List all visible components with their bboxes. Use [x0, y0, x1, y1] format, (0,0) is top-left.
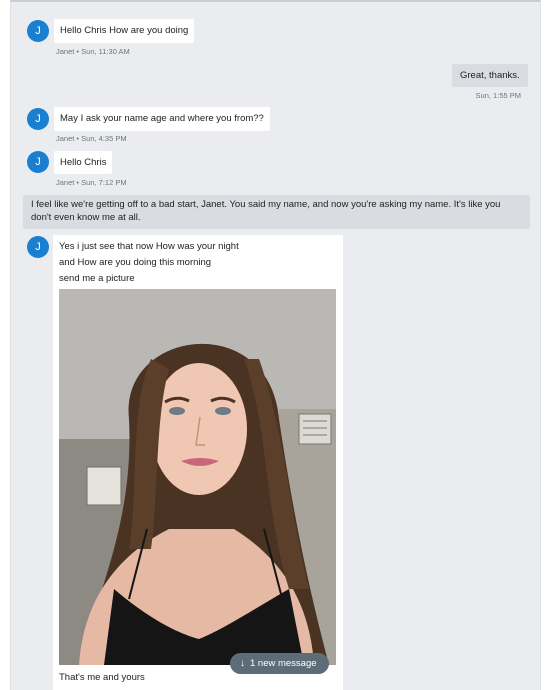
incoming-message-bubble: Hello Chris How are you doing [54, 19, 195, 43]
new-message-label: 1 new message [250, 658, 317, 669]
selfie-photo [59, 289, 336, 665]
message-timestamp: Sun, 1:55 PM [475, 91, 521, 100]
message-text: Great, thanks. [460, 70, 520, 81]
outgoing-message-bubble: Great, thanks. [452, 64, 528, 87]
conversation-pane: J Hello Chris How are you doing Janet • … [10, 0, 541, 690]
sender-avatar[interactable]: J [27, 151, 49, 173]
message-text: Hello Chris [60, 157, 107, 168]
photo-attachment[interactable] [59, 289, 336, 665]
incoming-message-bubble: May I ask your name age and where you fr… [54, 107, 270, 131]
message-text-line: I feel like we're getting off to a bad s… [31, 199, 501, 210]
incoming-message-bubble: Hello Chris [54, 151, 113, 174]
photo-caption: That's me and yours [59, 672, 145, 683]
message-text-line: Yes i just see that now How was your nig… [59, 241, 239, 252]
message-text: Hello Chris How are you doing [60, 25, 189, 36]
message-timestamp: Janet • Sun, 4:35 PM [56, 134, 127, 143]
outgoing-message-bubble: I feel like we're getting off to a bad s… [23, 195, 530, 229]
message-text-line: don't even know me at all. [31, 211, 141, 223]
arrow-down-icon: ↓ [240, 658, 245, 669]
sender-avatar[interactable]: J [27, 236, 49, 258]
message-timestamp: Janet • Sun, 7:12 PM [56, 178, 127, 187]
new-message-button[interactable]: ↓ 1 new message [230, 653, 329, 674]
message-text-line: and How are you doing this morning [59, 257, 212, 268]
sender-avatar[interactable]: J [27, 108, 49, 130]
message-text-line: send me a picture [59, 273, 135, 284]
sender-avatar[interactable]: J [27, 20, 49, 42]
message-text: May I ask your name age and where you fr… [60, 113, 264, 124]
message-timestamp: Janet • Sun, 11:30 AM [56, 47, 130, 56]
